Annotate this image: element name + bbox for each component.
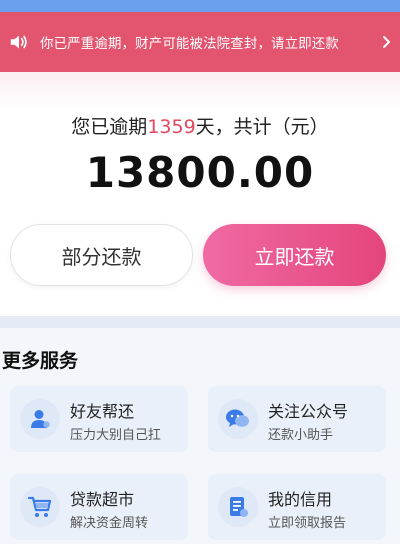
chat-icon [218, 399, 258, 439]
service-subtitle: 解决资金周转 [70, 516, 149, 531]
chevron-right-icon [383, 36, 390, 48]
top-strip [0, 0, 400, 12]
services-title: 更多服务 [2, 350, 79, 372]
user-icon [20, 399, 60, 439]
total-amount: 13800.00 [85, 148, 315, 197]
service-title: 关注公众号 [268, 402, 349, 421]
overdue-suffix: 天，共计（元） [195, 116, 329, 138]
cart-icon [20, 487, 60, 527]
service-friend-help[interactable]: 好友帮还 压力大别自己扛 [10, 386, 188, 452]
partial-repay-label: 部分还款 [61, 244, 142, 269]
service-follow-account[interactable]: 关注公众号 还款小助手 [208, 386, 386, 452]
alert-text: 你已严重逾期，财产可能被法院查封，请立即还款 [40, 37, 339, 52]
speaker-icon [10, 35, 27, 49]
service-subtitle: 压力大别自己扛 [70, 428, 162, 443]
overdue-prefix: 您已逾期 [71, 116, 148, 138]
debt-summary-card: 您已逾期1359天，共计（元） 13800.00 部分还款 立即还款 [0, 72, 400, 316]
service-loan-market[interactable]: 贷款超市 解决资金周转 [10, 474, 188, 540]
service-my-credit[interactable]: 我的信用 立即领取报告 [208, 474, 386, 540]
partial-repay-button[interactable]: 部分还款 [10, 224, 193, 286]
overdue-days-count: 1359 [147, 116, 196, 138]
repay-now-button[interactable]: 立即还款 [203, 224, 386, 286]
service-title: 贷款超市 [70, 490, 135, 509]
service-title: 好友帮还 [70, 402, 135, 421]
repay-now-label: 立即还款 [254, 244, 335, 269]
overdue-days-line: 您已逾期1359天，共计（元） [0, 112, 400, 139]
credit-report-icon [218, 487, 258, 527]
section-divider [0, 316, 400, 328]
service-subtitle: 立即领取报告 [268, 516, 347, 531]
more-services-section: 更多服务 好友帮还 压力大别自己扛 关注公众号 还款小助手 贷款超市 解决资金周… [0, 328, 400, 544]
service-subtitle: 还款小助手 [268, 428, 334, 443]
overdue-alert-banner[interactable]: 你已严重逾期，财产可能被法院查封，请立即还款 [0, 12, 400, 72]
service-title: 我的信用 [268, 490, 333, 509]
